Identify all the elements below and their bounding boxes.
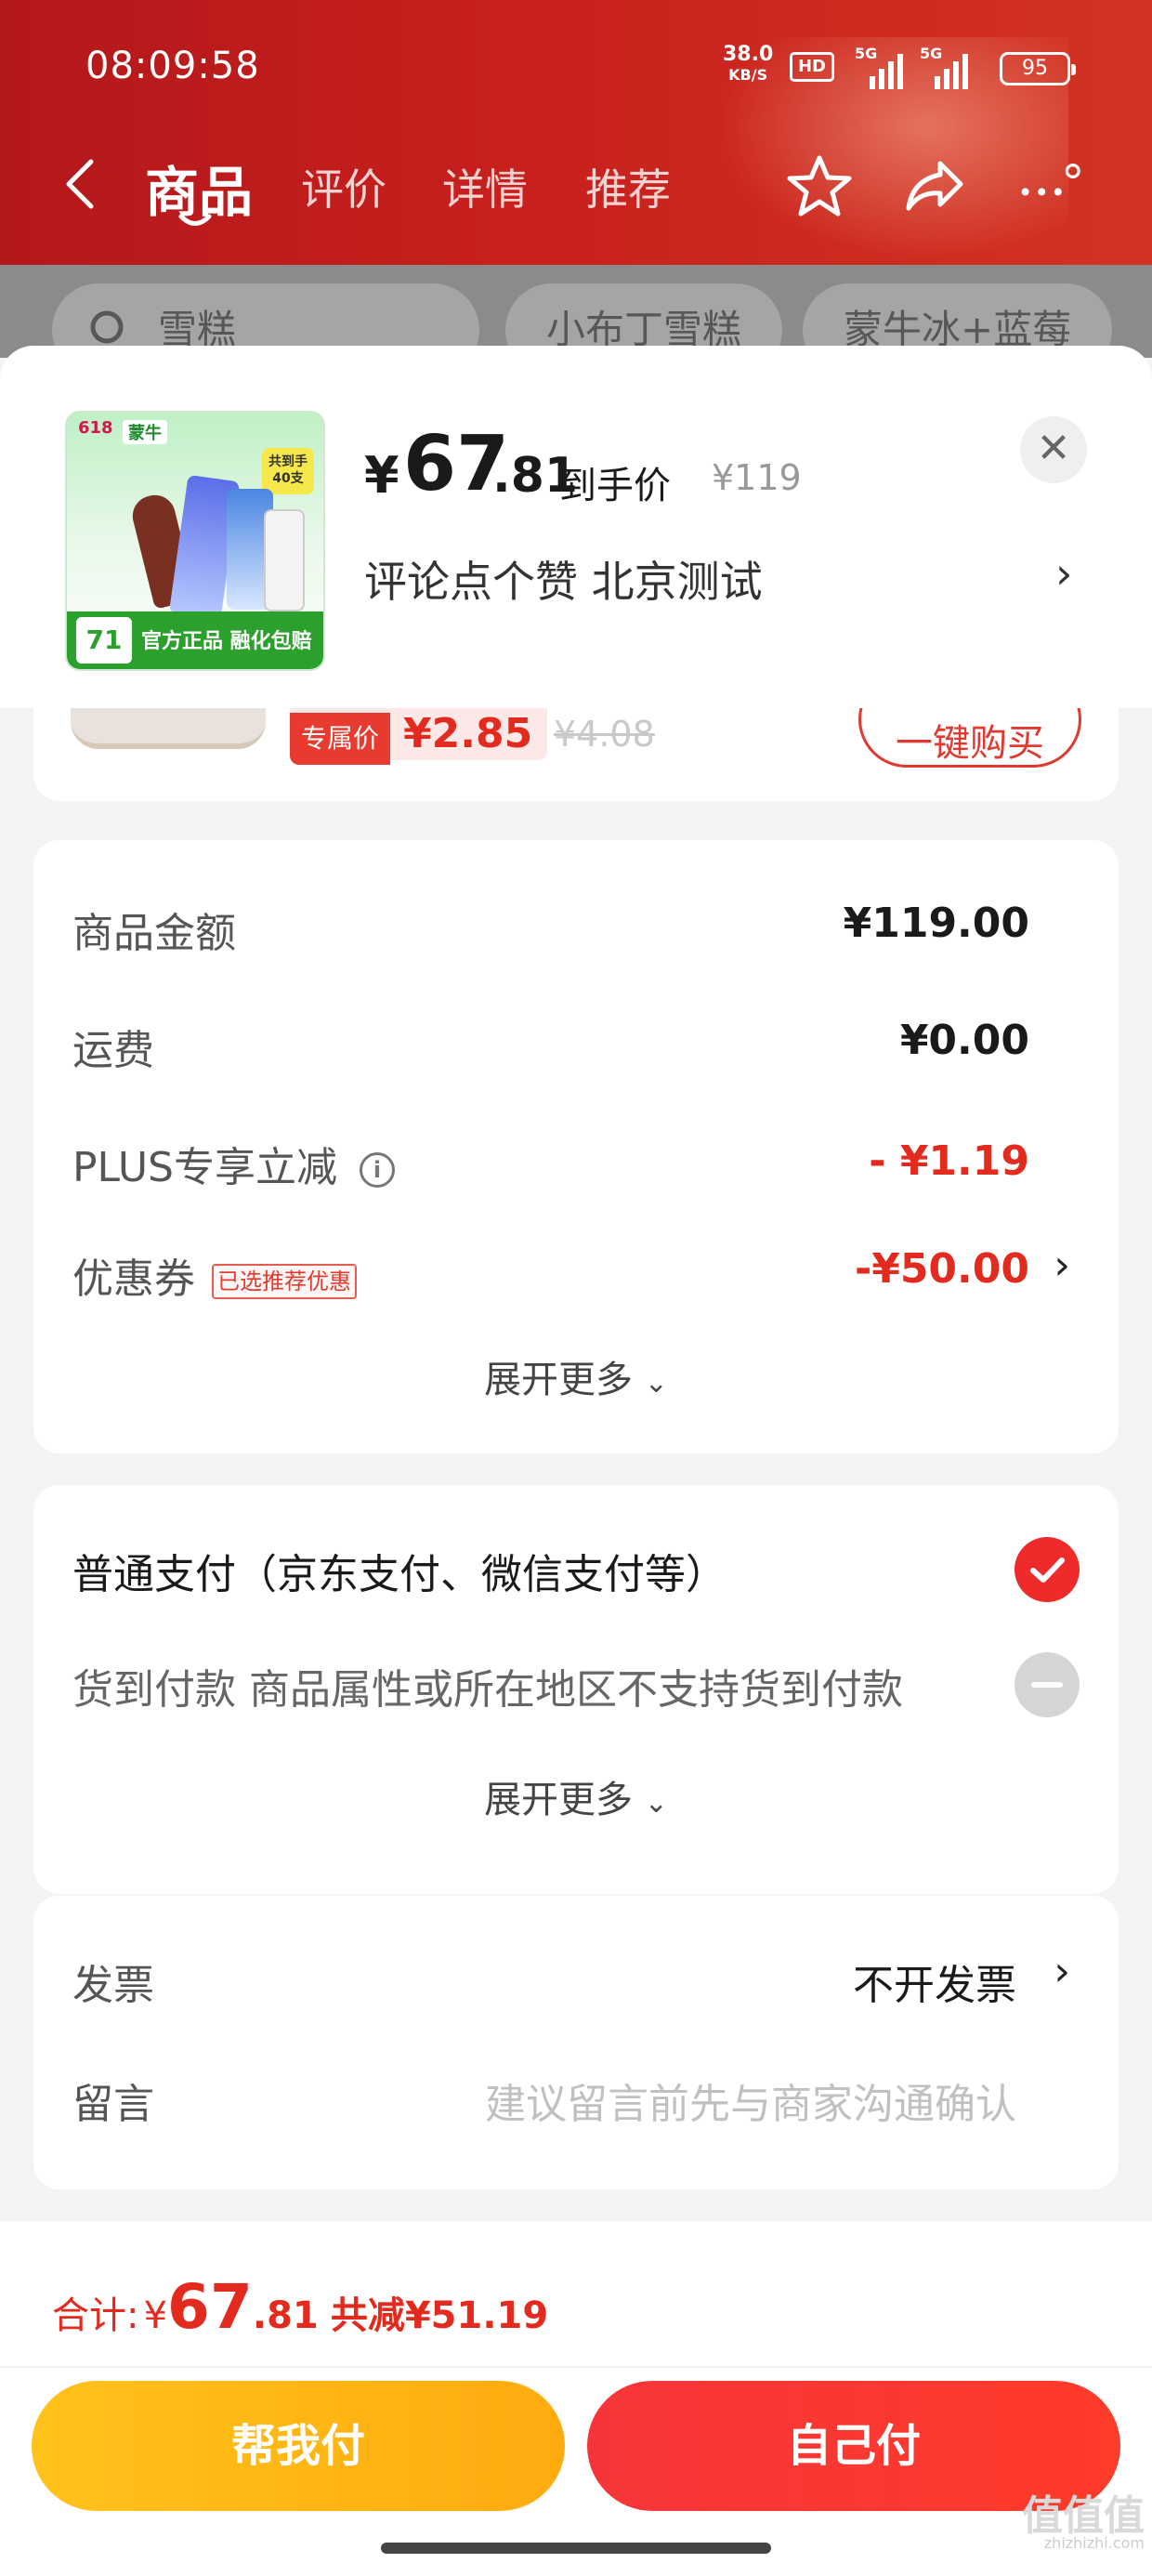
recommended-original-price: ¥4.08 — [554, 714, 655, 755]
divider — [0, 2366, 1152, 2368]
search-icon — [90, 310, 124, 344]
hd-icon: HD — [790, 52, 834, 82]
chevron-down-icon: ⌄ — [644, 1787, 668, 1820]
chevron-down-icon: ⌄ — [644, 1367, 668, 1400]
product-nav: 商品 评价 详情 推荐 — [0, 139, 1152, 232]
quick-buy-button[interactable]: 一键购买 — [858, 708, 1081, 768]
expand-more-button[interactable]: 展开更多 ⌄ — [33, 1769, 1119, 1823]
plus-discount-label: PLUS专享立减 i — [72, 1134, 395, 1193]
signal-icon: 5G — [855, 45, 910, 89]
note-label: 留言 — [72, 2081, 154, 2128]
self-pay-button[interactable]: 自己付 — [587, 2381, 1120, 2511]
coupon-tag: 已选推荐优惠 — [212, 1264, 357, 1299]
invoice-label: 发票 — [72, 1962, 154, 2009]
close-button[interactable]: ✕ — [1020, 416, 1087, 483]
status-bar: 08:09:58 38.0 KB/S HD 5G 5G 95 — [0, 37, 1152, 102]
battery-icon: 95 — [1000, 52, 1076, 85]
home-indicator[interactable] — [381, 2543, 771, 2554]
plus-discount-value: - ¥1.19 — [869, 1137, 1029, 1185]
status-time: 08:09:58 — [85, 45, 260, 87]
product-summary: 618 蒙牛 共到手 40支 71 官方正品 融化包赔 ¥ 67 .81 到手价… — [0, 346, 1152, 708]
expand-more-button[interactable]: 展开更多 ⌄ — [33, 1349, 1119, 1403]
favorite-star-icon[interactable] — [786, 152, 853, 219]
payment-option-disabled: 货到付款 商品属性或所在地区不支持货到付款 — [72, 1666, 903, 1714]
selected-variant[interactable]: 评论点个赞 北京测试 — [364, 548, 763, 610]
network-speed: 38.0 KB/S — [723, 43, 774, 85]
product-thumbnail: 618 蒙牛 共到手 40支 71 官方正品 融化包赔 — [65, 411, 325, 671]
back-icon[interactable] — [58, 156, 104, 212]
exclusive-price-tag: 专属价 ¥2.85 — [290, 708, 548, 765]
coupon-label[interactable]: 优惠券 已选推荐优惠 — [72, 1245, 357, 1305]
tab-details[interactable]: 详情 — [442, 156, 528, 217]
tab-recommend[interactable]: 推荐 — [585, 156, 671, 217]
disabled-minus-icon — [1015, 1652, 1080, 1717]
order-total: 合计: ¥67.81 共减¥51.19 — [52, 2271, 549, 2343]
close-icon: ✕ — [1036, 425, 1071, 472]
info-icon[interactable]: i — [360, 1152, 395, 1188]
original-price: ¥119 — [712, 457, 802, 498]
price-label: 到手价 — [559, 465, 671, 507]
watermark: 值值值 zhizhizhi.com — [1022, 2492, 1145, 2552]
invoice-value[interactable]: 不开发票 — [853, 1952, 1016, 2011]
cost-row-label: 运费 — [72, 1027, 154, 1074]
chevron-right-icon[interactable]: › — [1054, 1948, 1070, 1995]
tab-reviews[interactable]: 评价 — [301, 156, 386, 217]
share-icon[interactable] — [901, 152, 968, 219]
payment-option[interactable]: 普通支付（京东支付、微信支付等） — [72, 1541, 727, 1600]
more-icon[interactable] — [1016, 152, 1083, 219]
signal-icon-2: 5G — [920, 45, 975, 89]
recommended-image — [71, 708, 266, 749]
note-input[interactable]: 建议留言前先与商家沟通确认 — [485, 2070, 1016, 2130]
payment-method-card: 普通支付（京东支付、微信支付等） 货到付款 商品属性或所在地区不支持货到付款 展… — [33, 1485, 1119, 1894]
cost-row-value: ¥0.00 — [899, 1017, 1029, 1064]
cost-row-value: ¥119.00 — [843, 900, 1029, 947]
selected-check-icon[interactable] — [1015, 1537, 1080, 1602]
total-savings: 共减¥51.19 — [330, 2294, 549, 2337]
app-header: 08:09:58 38.0 KB/S HD 5G 5G 95 商品 评价 详情 … — [0, 0, 1152, 269]
help-pay-button[interactable]: 帮我付 — [32, 2381, 565, 2511]
tab-indicator — [178, 214, 212, 226]
checkout-bar: 合计: ¥67.81 共减¥51.19 帮我付 自己付 — [0, 2221, 1152, 2576]
chevron-right-icon[interactable]: › — [1054, 1242, 1070, 1289]
chevron-right-icon[interactable]: › — [1055, 548, 1072, 598]
extras-card: 发票 不开发票 › 留言 建议留言前先与商家沟通确认 — [33, 1896, 1119, 2189]
coupon-value[interactable]: -¥50.00 — [855, 1245, 1029, 1293]
cost-row-label: 商品金额 — [72, 910, 236, 957]
cost-breakdown-card: 商品金额 ¥119.00 运费 ¥0.00 PLUS专享立减 i - ¥1.19 … — [33, 840, 1119, 1453]
recommended-item: 专属价 ¥2.85 ¥4.08 一键购买 — [33, 708, 1119, 801]
